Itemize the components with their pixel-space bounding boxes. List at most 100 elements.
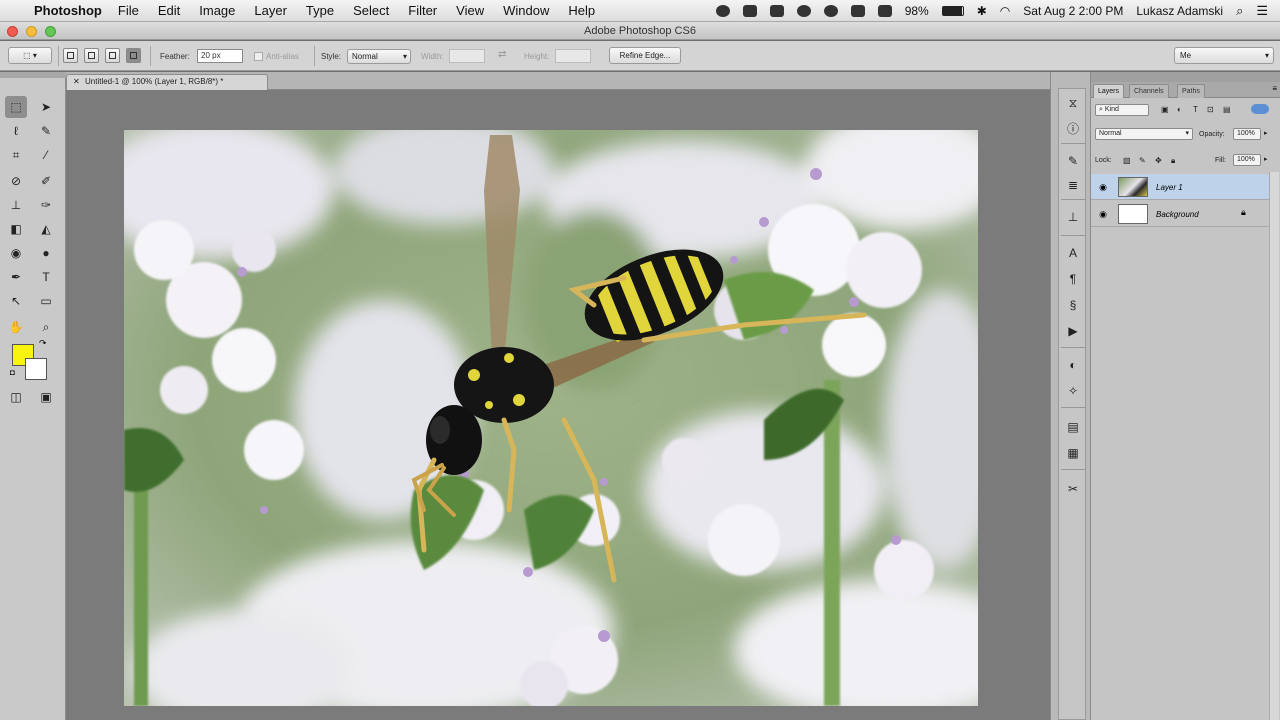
filter-shape-icon[interactable]: ⊡	[1207, 105, 1214, 114]
status-clock-icon[interactable]	[823, 4, 838, 17]
status-app-icon[interactable]	[715, 4, 730, 17]
filter-toggle[interactable]	[1251, 104, 1269, 114]
quick-mask-icon[interactable]: ◫	[5, 386, 27, 408]
paragraph-panel-icon[interactable]: ¶	[1062, 269, 1084, 289]
panel-header-bar[interactable]	[1091, 72, 1280, 82]
filter-pixel-icon[interactable]: ▣	[1161, 105, 1169, 114]
menu-help[interactable]: Help	[568, 3, 595, 18]
new-selection-icon[interactable]	[63, 48, 78, 63]
blur-tool-icon[interactable]: ◉	[5, 242, 27, 264]
dodge-tool-icon[interactable]: ●	[35, 242, 57, 264]
refine-edge-button[interactable]: Refine Edge...	[609, 47, 681, 64]
lasso-tool-icon[interactable]: ℓ	[5, 120, 27, 142]
status-volume-icon[interactable]	[877, 4, 892, 17]
style-dropdown[interactable]: Normal ▾	[347, 49, 411, 64]
notes-panel-icon[interactable]: ▦	[1062, 443, 1084, 463]
intersect-selection-icon[interactable]	[126, 48, 141, 63]
feather-input[interactable]: 20 px	[197, 49, 243, 63]
filter-adjustment-icon[interactable]: ◐	[1177, 105, 1182, 114]
document-tab[interactable]: ✕ Untitled-1 @ 100% (Layer 1, RGB/8*) *	[66, 74, 268, 90]
clone-stamp-tool-icon[interactable]: ⊥	[5, 194, 27, 216]
pen-tool-icon[interactable]: ✒	[5, 266, 27, 288]
rectangular-marquee-tool-icon[interactable]: ⬚	[5, 96, 27, 118]
close-window-icon[interactable]	[7, 26, 18, 37]
character-styles-icon[interactable]: §	[1062, 295, 1084, 315]
status-display-icon[interactable]	[850, 4, 865, 17]
styles-panel-icon[interactable]: ✧	[1062, 381, 1084, 401]
menu-view[interactable]: View	[456, 3, 484, 18]
swap-dimensions-icon[interactable]: ⇄	[498, 49, 506, 60]
tool-preset-picker[interactable]: ⬚ ▾	[8, 47, 52, 64]
actions-panel-icon[interactable]: ▶	[1062, 321, 1084, 341]
rectangle-tool-icon[interactable]: ▭	[35, 290, 57, 312]
history-brush-tool-icon[interactable]: ✑	[35, 194, 57, 216]
screen-mode-icon[interactable]: ▣	[35, 386, 57, 408]
swap-colors-icon[interactable]: ↷	[39, 338, 47, 349]
lock-position-icon[interactable]: ✥	[1155, 156, 1162, 165]
lock-transparent-icon[interactable]: ▧	[1123, 156, 1131, 165]
fill-input[interactable]: 100%	[1233, 154, 1261, 166]
background-color-swatch[interactable]	[25, 358, 47, 380]
brush-presets-icon[interactable]: ✎	[1062, 151, 1084, 171]
quick-selection-tool-icon[interactable]: ✎	[35, 120, 57, 142]
move-tool-icon[interactable]: ➤	[35, 96, 57, 118]
hand-tool-icon[interactable]: ✋	[5, 316, 27, 338]
eyedropper-tool-icon[interactable]: ⁄	[35, 144, 57, 166]
type-tool-icon[interactable]: T	[35, 266, 57, 288]
battery-icon[interactable]	[941, 5, 964, 16]
brush-panel-icon[interactable]: ≣	[1062, 175, 1084, 195]
character-panel-icon[interactable]: A	[1062, 243, 1084, 263]
bluetooth-icon[interactable]: ✱	[977, 4, 987, 18]
lock-all-icon[interactable]: 🔒︎	[1171, 156, 1175, 166]
layers-scrollbar[interactable]	[1269, 172, 1279, 720]
menu-file[interactable]: File	[118, 3, 139, 18]
panel-menu-icon[interactable]: ≡	[1272, 84, 1277, 93]
menu-edit[interactable]: Edit	[158, 3, 180, 18]
brush-tool-icon[interactable]: ✐	[35, 170, 57, 192]
layer-row-layer-1[interactable]: ◉ Layer 1	[1091, 174, 1269, 200]
paint-bucket-tool-icon[interactable]: ◭	[35, 218, 57, 240]
app-menu[interactable]: Photoshop	[34, 3, 102, 18]
status-evernote-icon[interactable]	[769, 4, 784, 17]
tab-layers[interactable]: Layers	[1093, 84, 1125, 98]
history-panel-icon[interactable]: ⧖	[1062, 93, 1084, 113]
filter-type-icon[interactable]: T	[1193, 105, 1198, 114]
menu-window[interactable]: Window	[503, 3, 549, 18]
tab-paths[interactable]: Paths	[1177, 84, 1205, 98]
crop-tool-icon[interactable]: ⌗	[5, 144, 27, 166]
opacity-slider-icon[interactable]: ▸	[1264, 129, 1268, 137]
filter-smart-object-icon[interactable]: ▤	[1223, 105, 1231, 114]
visibility-eye-icon[interactable]: ◉	[1097, 181, 1109, 193]
status-camera-icon[interactable]	[742, 4, 757, 17]
menu-type[interactable]: Type	[306, 3, 334, 18]
notification-center-icon[interactable]: ☰	[1256, 3, 1268, 19]
menu-layer[interactable]: Layer	[254, 3, 287, 18]
workspace-switcher[interactable]: Me ▾	[1174, 47, 1274, 64]
tool-presets-icon[interactable]: ✂	[1062, 479, 1084, 499]
path-selection-tool-icon[interactable]: ↖	[5, 290, 27, 312]
filter-kind-dropdown[interactable]: ⌕ Kind	[1095, 104, 1149, 116]
tools-panel-header[interactable]	[0, 72, 66, 78]
canvas-image[interactable]	[124, 130, 978, 706]
layer-row-background[interactable]: ◉ Background 🔒︎	[1091, 201, 1269, 227]
clone-source-icon[interactable]: ⊥	[1062, 207, 1084, 227]
adjustments-panel-icon[interactable]: ◐	[1062, 355, 1084, 375]
close-tab-icon[interactable]: ✕	[73, 75, 80, 89]
tab-channels[interactable]: Channels	[1129, 84, 1169, 98]
user-name[interactable]: Lukasz Adamski	[1136, 4, 1223, 18]
add-to-selection-icon[interactable]	[84, 48, 99, 63]
menubar-clock[interactable]: Sat Aug 2 2:00 PM	[1023, 4, 1123, 18]
zoom-window-icon[interactable]	[45, 26, 56, 37]
wifi-icon[interactable]: ◠	[1000, 4, 1010, 18]
antialias-checkbox[interactable]	[254, 52, 263, 61]
visibility-eye-icon[interactable]: ◉	[1097, 208, 1109, 220]
width-input[interactable]	[449, 49, 485, 63]
blend-mode-dropdown[interactable]: Normal ▾	[1095, 128, 1193, 140]
swatches-panel-icon[interactable]: ▤	[1062, 417, 1084, 437]
status-sync-icon[interactable]	[796, 4, 811, 17]
subtract-from-selection-icon[interactable]	[105, 48, 120, 63]
minimize-window-icon[interactable]	[26, 26, 37, 37]
height-input[interactable]	[555, 49, 591, 63]
fill-slider-icon[interactable]: ▸	[1264, 155, 1268, 163]
info-panel-icon[interactable]: ⓘ	[1062, 119, 1084, 139]
